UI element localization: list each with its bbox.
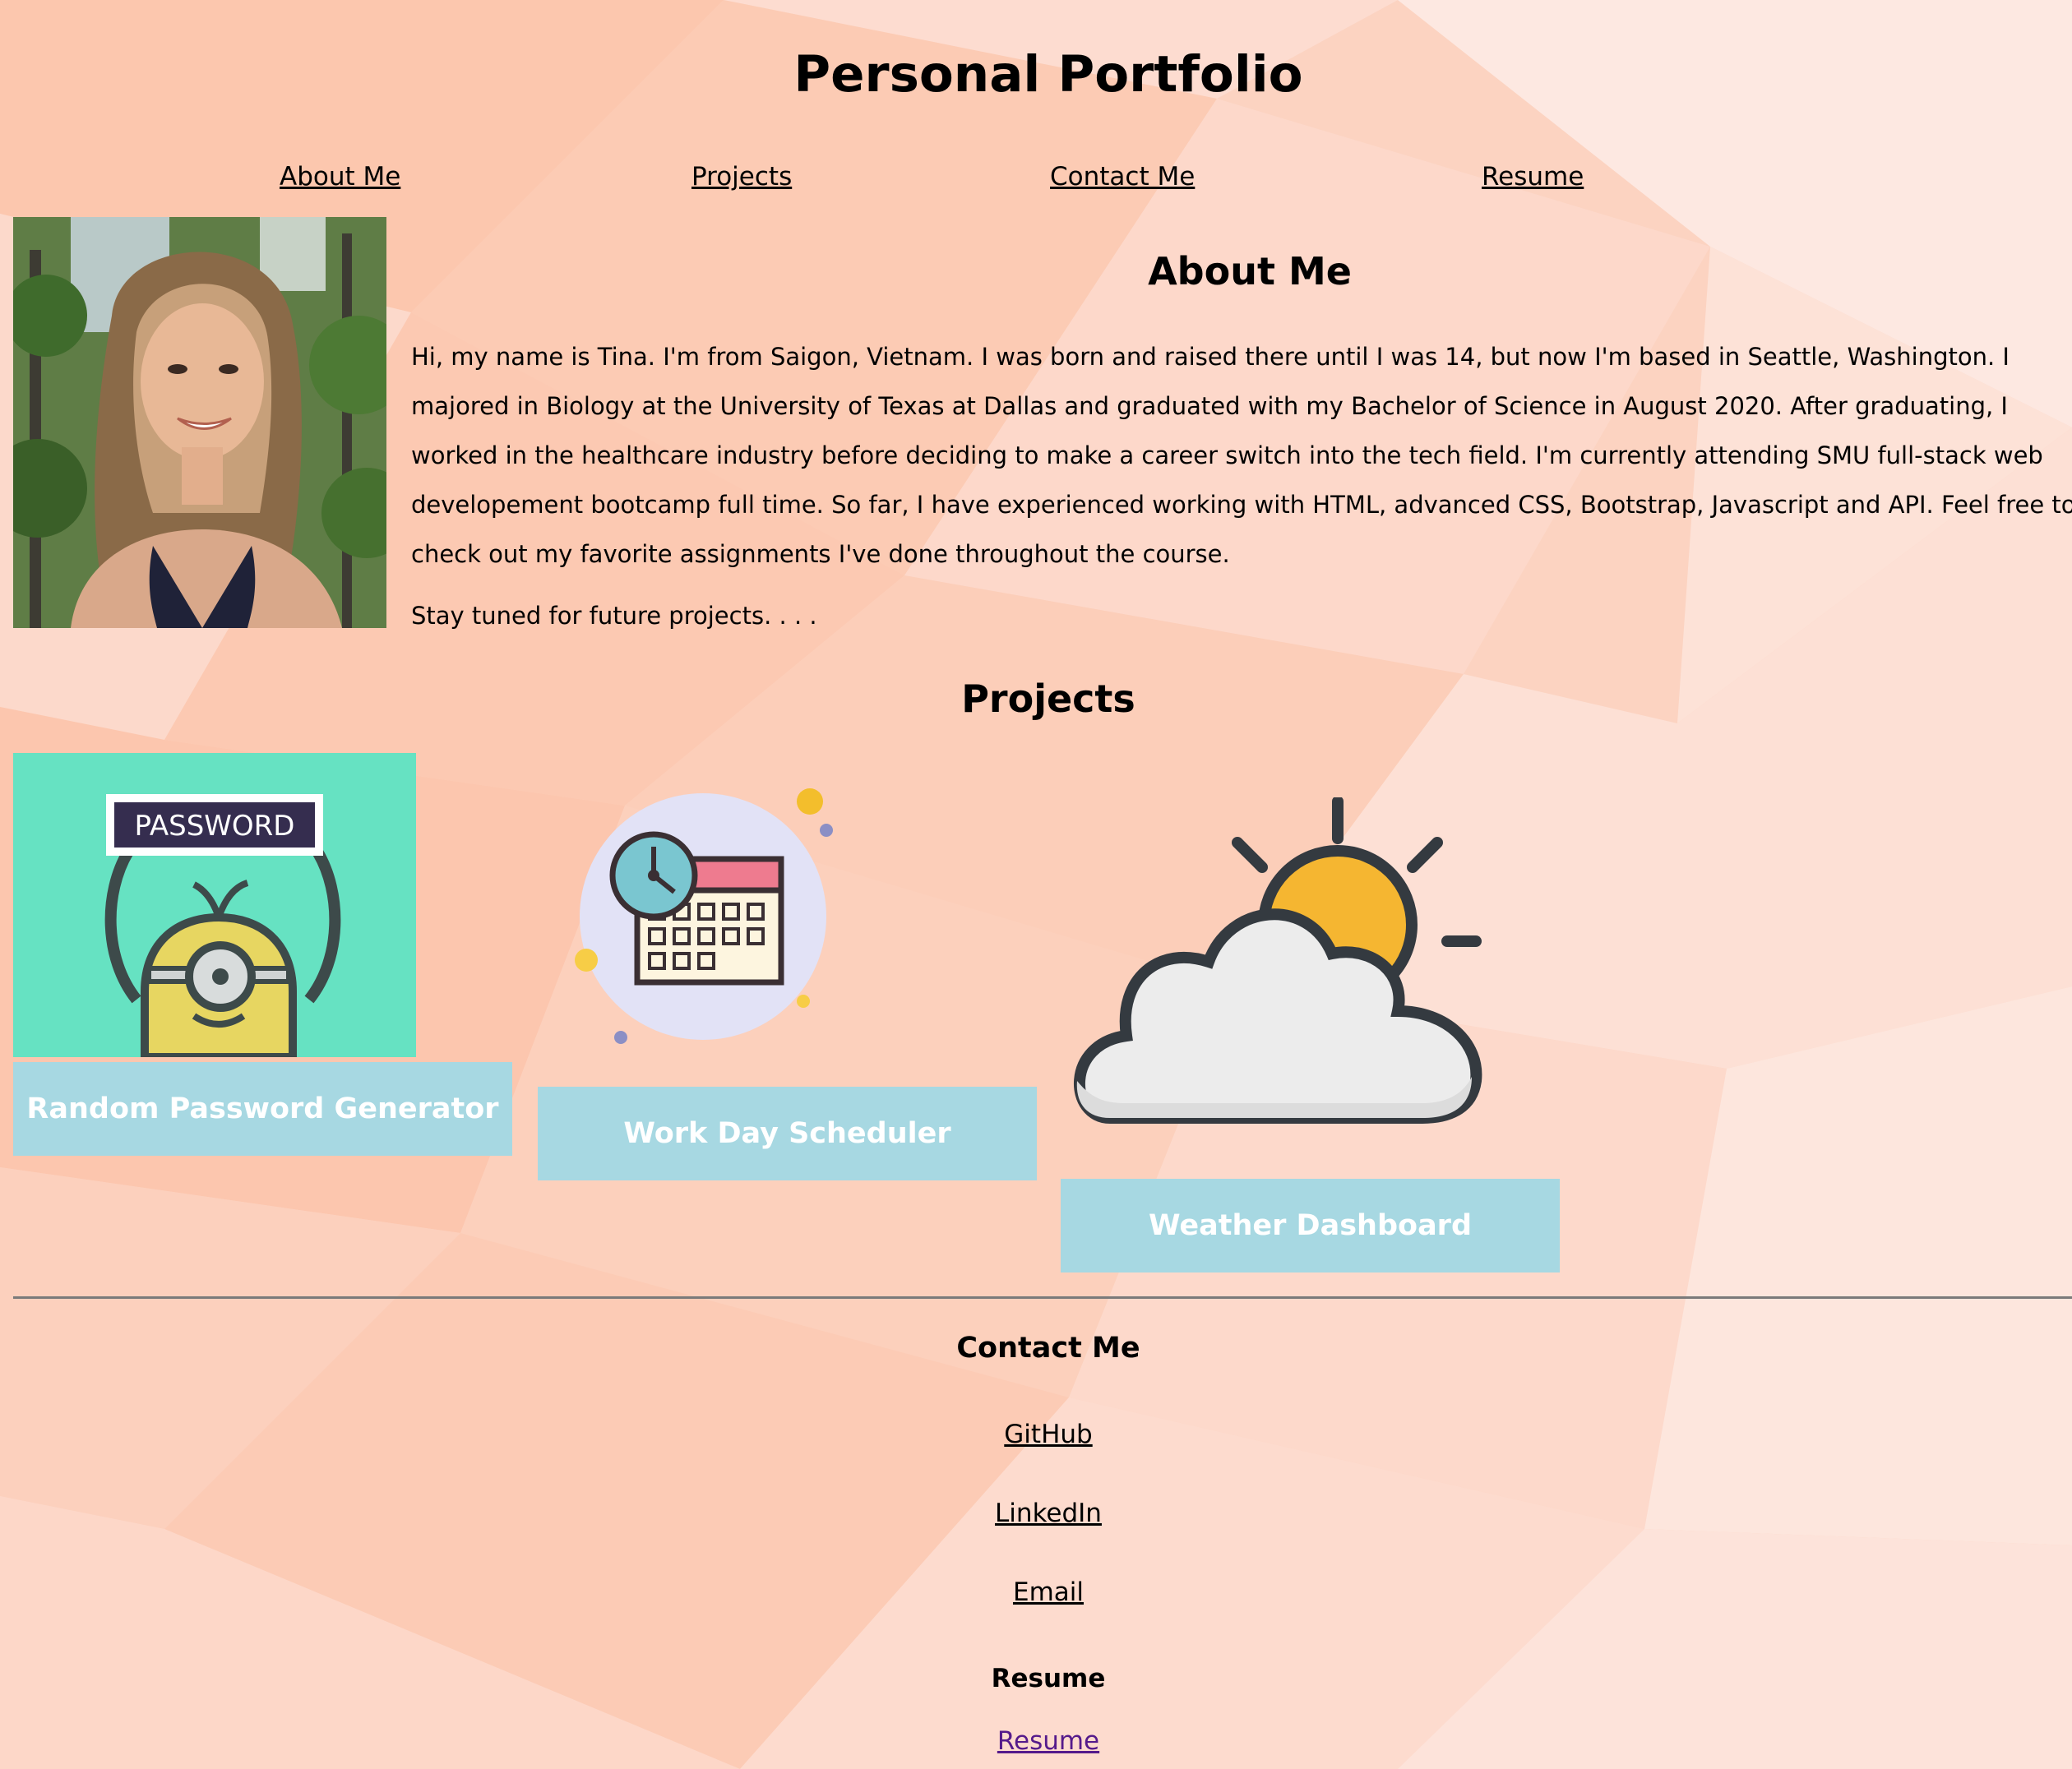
contact-link-linkedin[interactable]: LinkedIn — [995, 1499, 1102, 1528]
password-generator-image[interactable]: PASSWORD — [13, 753, 416, 1057]
resume-link-wrap: Resume — [0, 1726, 2072, 1756]
weather-dashboard-button[interactable]: Weather Dashboard — [1061, 1179, 1560, 1272]
resume-heading: Resume — [991, 1664, 1106, 1693]
about-heading: About Me — [1148, 249, 1352, 293]
nav-contact-me[interactable]: Contact Me — [1050, 162, 1195, 192]
nav-resume[interactable]: Resume — [1482, 162, 1584, 192]
projects-heading: Projects — [961, 677, 1135, 721]
contact-link-github[interactable]: GitHub — [1004, 1420, 1092, 1449]
weather-dashboard-image[interactable] — [1061, 797, 1488, 1134]
contact-link-email-wrap: Email — [0, 1577, 2072, 1607]
nav-projects[interactable]: Projects — [691, 162, 792, 192]
about-outro: Stay tuned for future projects. . . . — [411, 602, 817, 630]
password-image-text: PASSWORD — [135, 810, 295, 843]
work-day-scheduler-button[interactable]: Work Day Scheduler — [538, 1087, 1037, 1180]
contact-link-github-wrap: GitHub — [0, 1420, 2072, 1449]
contact-link-linkedin-wrap: LinkedIn — [0, 1499, 2072, 1528]
contact-heading: Contact Me — [956, 1332, 1140, 1365]
contact-link-email[interactable]: Email — [1013, 1577, 1084, 1607]
page-title: Personal Portfolio — [793, 45, 1303, 104]
resume-link[interactable]: Resume — [997, 1726, 1099, 1756]
profile-photo — [13, 217, 386, 628]
random-password-generator-button[interactable]: Random Password Generator — [13, 1062, 512, 1156]
work-day-scheduler-image[interactable] — [571, 781, 835, 1044]
section-divider — [13, 1296, 2072, 1299]
about-paragraph: Hi, my name is Tina. I'm from Saigon, Vi… — [411, 343, 2072, 568]
nav-about-me[interactable]: About Me — [280, 162, 400, 192]
page: Personal Portfolio About Me Projects Con… — [0, 0, 2072, 1769]
